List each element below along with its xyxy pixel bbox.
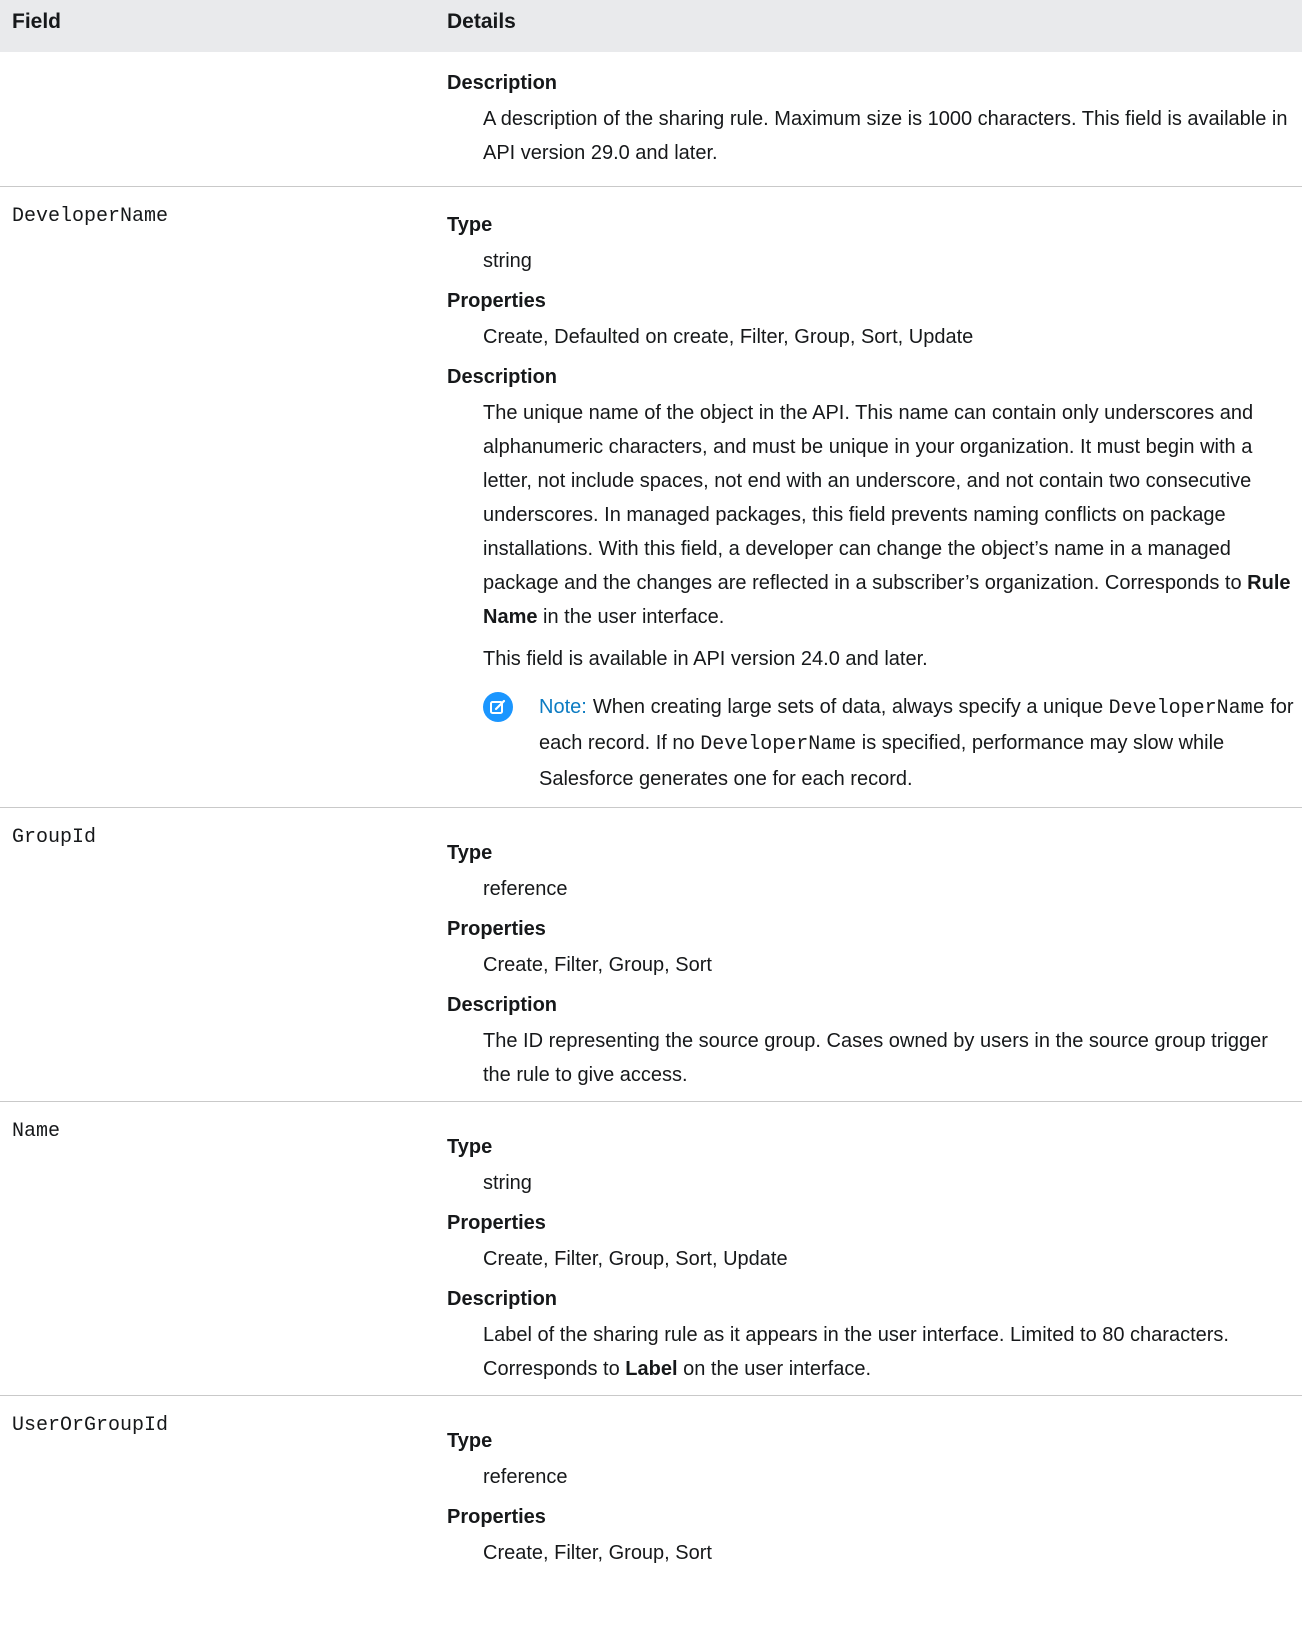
type-value: string (483, 1172, 532, 1194)
properties-value: Create, Filter, Group, Sort, Update (483, 1248, 788, 1270)
properties-value: Create, Filter, Group, Sort (483, 1542, 712, 1564)
row-details: Type string Properties Create, Defaulted… (447, 212, 1297, 806)
properties-label: Properties (447, 1506, 546, 1528)
type-label: Type (447, 1430, 493, 1452)
type-label: Type (447, 214, 493, 236)
properties-label: Properties (447, 290, 546, 312)
row-details: Type string Properties Create, Filter, G… (447, 1134, 1297, 1396)
table-row: Name Type string Properties Create, Filt… (0, 1102, 1302, 1396)
description-text: The unique name of the object in the API… (483, 402, 1291, 628)
edit-note-icon (483, 692, 513, 722)
column-header-field: Field (12, 10, 62, 33)
table-row: Description A description of the sharing… (0, 52, 1302, 187)
table-row: DeveloperName Type string Properties Cre… (0, 187, 1302, 808)
description-text: The ID representing the source group. Ca… (483, 1030, 1268, 1086)
column-header-details: Details (447, 10, 516, 33)
field-name: Name (12, 1120, 61, 1143)
description-label: Description (447, 72, 558, 94)
table-header: Field Details (0, 0, 1302, 52)
type-value: reference (483, 1466, 568, 1488)
description-text: A description of the sharing rule. Maxim… (483, 108, 1288, 164)
type-label: Type (447, 1136, 493, 1158)
note-callout: Note: When creating large sets of data, a… (483, 690, 1297, 796)
ui-term: Label (625, 1358, 678, 1380)
row-details: Type reference Properties Create, Filter… (447, 840, 1297, 1102)
type-value: string (483, 250, 532, 272)
properties-label: Properties (447, 918, 546, 940)
field-name: DeveloperName (12, 205, 169, 228)
code-developername: DeveloperName (700, 733, 857, 756)
table-row: UserOrGroupId Type reference Properties … (0, 1396, 1302, 1637)
note-label: Note: (539, 696, 587, 718)
type-label: Type (447, 842, 493, 864)
description-label: Description (447, 994, 558, 1016)
code-developername: DeveloperName (1108, 697, 1265, 720)
row-details: Type reference Properties Create, Filter… (447, 1428, 1297, 1580)
type-value: reference (483, 878, 568, 900)
field-name: UserOrGroupId (12, 1414, 169, 1437)
availability-text: This field is available in API version 2… (483, 648, 928, 670)
properties-value: Create, Filter, Group, Sort (483, 954, 712, 976)
description-text: Label of the sharing rule as it appears … (483, 1324, 1229, 1380)
row-details: Description A description of the sharing… (447, 70, 1297, 170)
properties-label: Properties (447, 1212, 546, 1234)
field-name: GroupId (12, 826, 97, 849)
table-row: GroupId Type reference Properties Create… (0, 808, 1302, 1102)
properties-value: Create, Defaulted on create, Filter, Gro… (483, 326, 974, 348)
description-label: Description (447, 366, 558, 388)
description-label: Description (447, 1288, 558, 1310)
